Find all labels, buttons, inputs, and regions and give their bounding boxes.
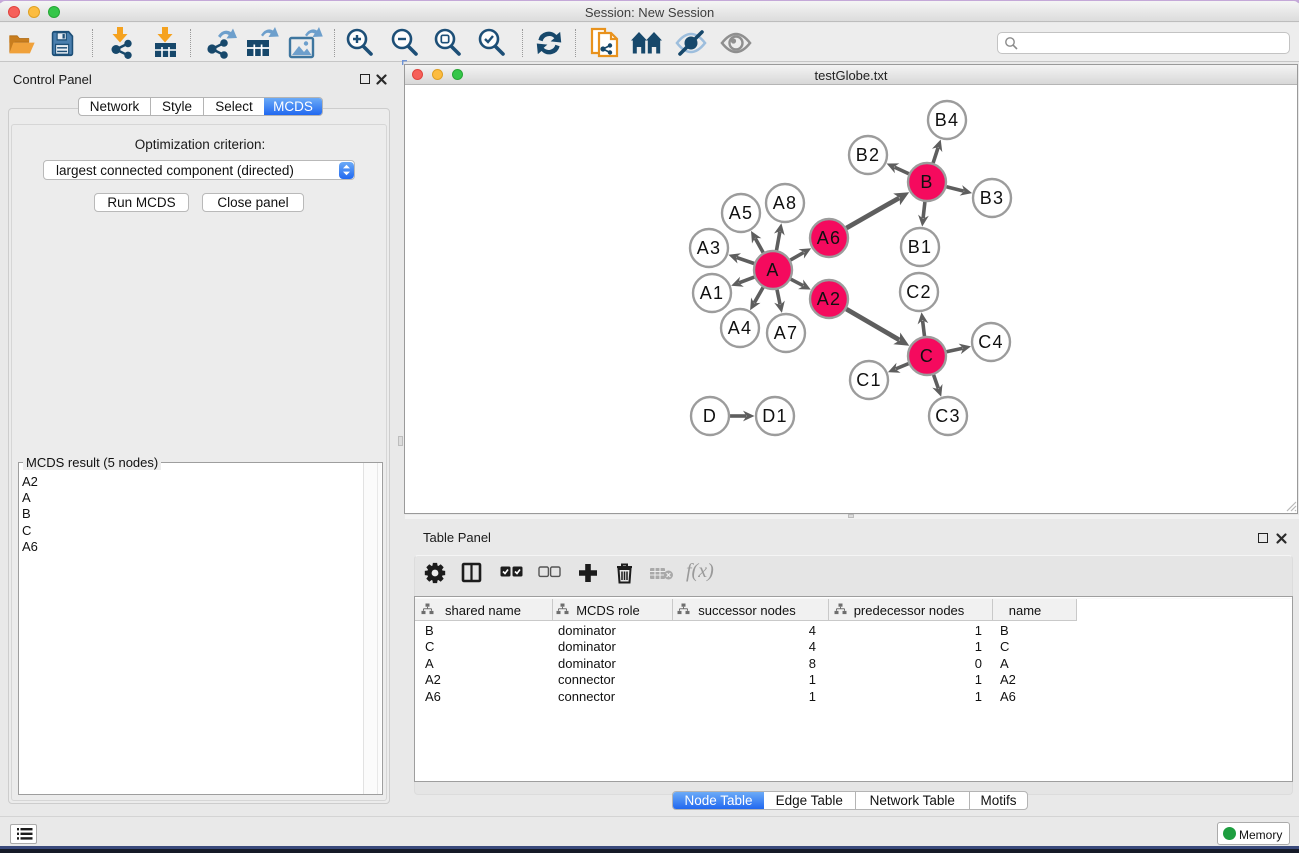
svg-text:C3: C3 [935,406,960,426]
svg-text:C4: C4 [978,332,1003,352]
svg-text:A3: A3 [697,238,721,258]
svg-text:A1: A1 [700,283,724,303]
svg-text:A5: A5 [729,203,753,223]
svg-text:B4: B4 [935,110,959,130]
svg-text:A: A [766,260,779,280]
svg-text:D: D [703,406,717,426]
svg-text:B1: B1 [908,237,932,257]
svg-text:A4: A4 [728,318,752,338]
svg-text:A8: A8 [773,193,797,213]
svg-text:A7: A7 [774,323,798,343]
svg-text:D1: D1 [762,406,787,426]
svg-text:C1: C1 [856,370,881,390]
svg-text:A2: A2 [817,289,841,309]
svg-text:C2: C2 [906,282,931,302]
svg-text:B2: B2 [856,145,880,165]
svg-text:B3: B3 [980,188,1004,208]
svg-text:A6: A6 [817,228,841,248]
svg-text:C: C [920,346,934,366]
svg-text:B: B [920,172,933,192]
